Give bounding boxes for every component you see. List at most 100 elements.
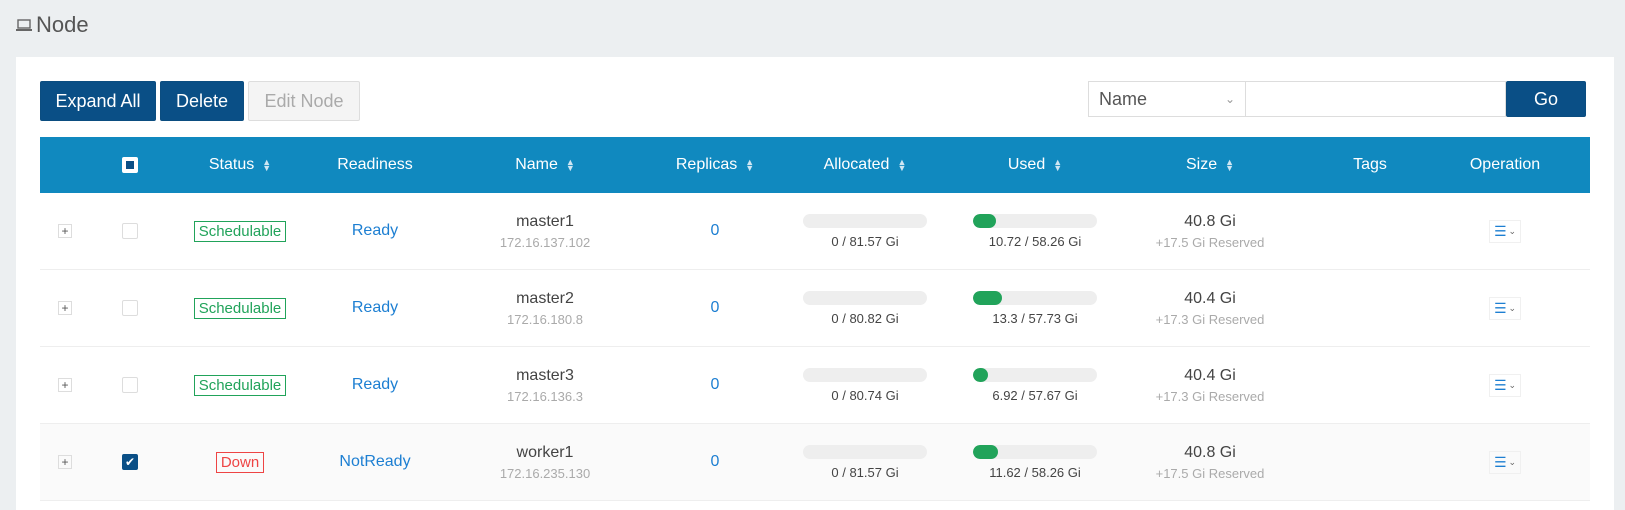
table-header: Status ▲ ▼ Readiness Name ▲ ▼ Replicas ▲ ▼ …: [40, 137, 1590, 193]
operation-menu-button[interactable]: ☰ ⌄: [1488, 450, 1522, 474]
expand-row-button[interactable]: +: [58, 378, 72, 392]
sort-icon: ▲ ▼: [262, 157, 272, 173]
search-input[interactable]: [1246, 81, 1506, 117]
th-used[interactable]: Used ▲ ▼: [950, 156, 1120, 174]
table-row: + Schedulable Ready master3 172.16.136.3…: [40, 347, 1590, 424]
th-operation: Operation: [1440, 156, 1570, 174]
sort-icon: ▲ ▼: [897, 157, 907, 173]
chevron-down-icon: ⌄: [1508, 379, 1517, 390]
status-badge: Schedulable: [193, 220, 287, 242]
expand-row-button[interactable]: +: [58, 455, 72, 469]
expand-row-button[interactable]: +: [58, 301, 72, 315]
readiness-link[interactable]: Ready: [352, 376, 398, 394]
node-panel: Expand All Delete Edit Node Name ⌄ Go St…: [16, 57, 1614, 510]
search-field-value: Name: [1099, 88, 1148, 109]
node-name: master1: [516, 212, 574, 230]
replicas-link[interactable]: 0: [711, 222, 720, 240]
page-title: Node: [36, 12, 89, 37]
reserved-value: +17.3 Gi Reserved: [1155, 388, 1265, 404]
list-icon: ☰: [1493, 376, 1507, 393]
go-button[interactable]: Go: [1506, 81, 1586, 117]
sort-icon: ▲ ▼: [745, 157, 755, 173]
th-allocated[interactable]: Allocated ▲ ▼: [780, 156, 950, 174]
replicas-link[interactable]: 0: [711, 299, 720, 317]
operation-menu-button[interactable]: ☰ ⌄: [1488, 296, 1522, 320]
th-size-label: Size: [1185, 156, 1218, 173]
node-name: worker1: [516, 443, 574, 461]
reserved-value: +17.3 Gi Reserved: [1155, 311, 1265, 327]
allocated-text: 0 / 80.82 Gi: [831, 310, 899, 326]
th-readiness: Readiness: [310, 156, 440, 174]
list-icon: ☰: [1493, 222, 1507, 239]
chevron-down-icon: ⌄: [1508, 302, 1517, 313]
th-status[interactable]: Status ▲ ▼: [170, 156, 310, 174]
used-text: 10.72 / 58.26 Gi: [988, 233, 1082, 249]
readiness-link[interactable]: Ready: [352, 299, 398, 317]
used-bar-fill: [973, 290, 1002, 305]
allocated-bar: [803, 213, 927, 228]
allocated-bar: [803, 367, 927, 382]
node-table: Status ▲ ▼ Readiness Name ▲ ▼ Replicas ▲ ▼ …: [40, 137, 1590, 501]
th-used-label: Used: [1007, 156, 1046, 173]
select-all-checkbox[interactable]: [122, 157, 138, 173]
row-checkbox[interactable]: [122, 300, 138, 316]
th-status-label: Status: [208, 156, 255, 173]
list-icon: ☰: [1493, 453, 1507, 470]
node-name: master2: [516, 289, 574, 307]
th-name[interactable]: Name ▲ ▼: [440, 156, 650, 174]
row-checkbox[interactable]: [122, 223, 138, 239]
row-checkbox[interactable]: ✔: [122, 454, 138, 470]
used-bar: [973, 213, 1097, 228]
allocated-text: 0 / 81.57 Gi: [831, 233, 899, 249]
replicas-link[interactable]: 0: [711, 453, 720, 471]
node-ip: 172.16.136.3: [507, 388, 583, 404]
status-badge: Schedulable: [193, 374, 287, 396]
row-checkbox[interactable]: [122, 377, 138, 393]
th-allocated-label: Allocated: [823, 156, 890, 173]
edit-node-button[interactable]: Edit Node: [248, 81, 360, 121]
search-field-select[interactable]: Name ⌄: [1088, 81, 1246, 117]
laptop-icon: [16, 19, 32, 31]
operation-menu-button[interactable]: ☰ ⌄: [1488, 373, 1522, 397]
th-tags-label: Tags: [1353, 156, 1387, 173]
allocated-bar: [803, 290, 927, 305]
th-replicas[interactable]: Replicas ▲ ▼: [650, 156, 780, 174]
sort-icon: ▲ ▼: [1225, 157, 1235, 173]
table-row: + ✔ Down NotReady worker1 172.16.235.130…: [40, 424, 1590, 501]
allocated-text: 0 / 80.74 Gi: [831, 387, 899, 403]
table-row: + Schedulable Ready master2 172.16.180.8…: [40, 270, 1590, 347]
used-bar-fill: [973, 367, 988, 382]
sort-icon: ▲ ▼: [1053, 157, 1063, 173]
th-readiness-label: Readiness: [337, 156, 413, 173]
status-badge: Down: [215, 451, 265, 473]
size-value: 40.4 Gi: [1184, 366, 1236, 384]
used-bar: [973, 444, 1097, 459]
used-bar: [973, 290, 1097, 305]
delete-button[interactable]: Delete: [160, 81, 244, 121]
readiness-link[interactable]: NotReady: [339, 453, 410, 471]
chevron-down-icon: ⌄: [1508, 225, 1517, 236]
replicas-link[interactable]: 0: [711, 376, 720, 394]
used-text: 13.3 / 57.73 Gi: [992, 310, 1078, 326]
node-name: master3: [516, 366, 574, 384]
used-text: 11.62 / 58.26 Gi: [989, 464, 1081, 480]
expand-all-button[interactable]: Expand All: [40, 81, 156, 121]
th-operation-label: Operation: [1469, 156, 1541, 173]
size-value: 40.4 Gi: [1184, 289, 1236, 307]
used-bar-fill: [973, 213, 996, 228]
node-ip: 172.16.180.8: [507, 311, 583, 327]
node-ip: 172.16.137.102: [499, 234, 591, 250]
used-bar-fill: [973, 444, 998, 459]
expand-row-button[interactable]: +: [58, 224, 72, 238]
list-icon: ☰: [1493, 299, 1507, 316]
allocated-text: 0 / 81.57 Gi: [831, 464, 899, 480]
th-tags: Tags: [1300, 156, 1440, 174]
reserved-value: +17.5 Gi Reserved: [1155, 234, 1265, 250]
node-ip: 172.16.235.130: [499, 465, 591, 481]
readiness-link[interactable]: Ready: [352, 222, 398, 240]
size-value: 40.8 Gi: [1184, 212, 1236, 230]
used-bar: [973, 367, 1097, 382]
reserved-value: +17.5 Gi Reserved: [1155, 465, 1265, 481]
th-size[interactable]: Size ▲ ▼: [1120, 156, 1300, 174]
operation-menu-button[interactable]: ☰ ⌄: [1488, 219, 1522, 243]
